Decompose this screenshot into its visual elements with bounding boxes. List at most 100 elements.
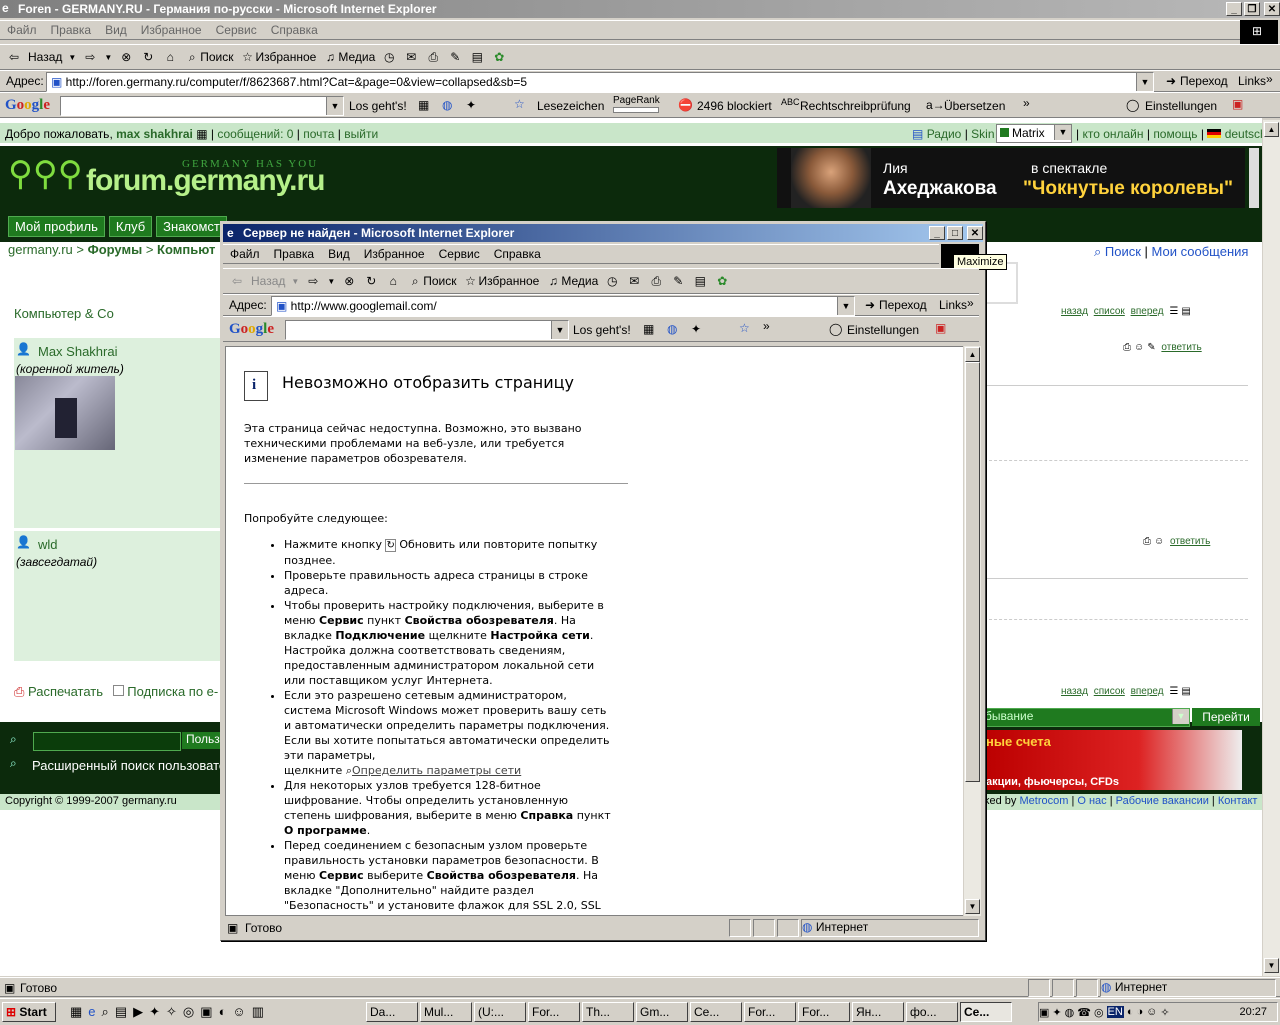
star-icon[interactable]: ☆ <box>514 97 525 111</box>
home-icon[interactable]: ⌂ <box>162 49 178 65</box>
nav-back-link-bottom[interactable]: назад <box>1061 686 1088 697</box>
menu-favorites[interactable]: Избранное <box>134 23 209 37</box>
contact-link[interactable]: Контакт <box>1218 795 1258 807</box>
dialog-favorites-button[interactable]: Избранное <box>479 274 540 288</box>
skin-dropdown-icon[interactable]: ▼ <box>1054 125 1071 140</box>
close-button[interactable]: ✕ <box>1264 2 1280 16</box>
links-button[interactable]: Links <box>1238 74 1266 88</box>
media-button[interactable]: Медиа <box>338 50 375 64</box>
chevron-right-icon[interactable]: » <box>763 319 770 333</box>
dialog-google-search-button[interactable]: Los geht's! <box>573 323 631 337</box>
news-icon[interactable]: ▦ <box>643 322 654 336</box>
tab-club[interactable]: Клуб <box>108 216 153 237</box>
menu-help[interactable]: Справка <box>264 23 325 37</box>
pdf-icon[interactable]: ▣ <box>1232 97 1243 111</box>
dialog-links-button[interactable]: Links <box>939 298 967 312</box>
stop-icon[interactable]: ⊗ <box>118 49 134 65</box>
app-icon[interactable]: ☺ <box>232 1004 245 1020</box>
tray-icon[interactable]: ☺ <box>1146 1006 1157 1018</box>
print-icon[interactable]: ⎙ <box>1123 342 1131 353</box>
tray-lang[interactable]: EN <box>1106 1006 1124 1018</box>
task-button-active[interactable]: Се... <box>960 1002 1012 1022</box>
post2-author[interactable]: wld <box>38 537 58 552</box>
tray-icon[interactable]: ◍ <box>1065 1006 1075 1019</box>
tray-icon[interactable]: ✦ <box>1052 1006 1061 1019</box>
dialog-close-button[interactable]: ✕ <box>967 226 983 240</box>
nav-forward-link[interactable]: вперед <box>1131 306 1164 317</box>
ie-icon[interactable]: e <box>88 1004 95 1020</box>
google-search-input[interactable]: ▼ <box>60 96 344 116</box>
messages-link[interactable]: сообщений: 0 <box>217 127 293 141</box>
address-input[interactable]: ▣ http://foren.germany.ru/computer/f/862… <box>46 72 1154 92</box>
chevron-right-icon[interactable]: » <box>1023 96 1030 110</box>
my-messages-link[interactable]: Мои сообщения <box>1152 244 1249 259</box>
back-dropdown-icon[interactable]: ▼ <box>68 53 76 62</box>
folder-icon[interactable]: ▤ <box>115 1004 127 1020</box>
scroll-thumb[interactable] <box>965 362 980 782</box>
print-icon[interactable]: ⎙ <box>648 273 664 289</box>
main-window-titlebar[interactable]: e Foren - GERMANY.RU - Германия по-русск… <box>0 0 1280 18</box>
metrocom-link[interactable]: Metrocom <box>1019 795 1068 807</box>
nav-list-link-bottom[interactable]: список <box>1094 686 1125 697</box>
dialog-menu-view[interactable]: Вид <box>321 247 357 261</box>
globe-icon[interactable]: ◍ <box>667 322 677 336</box>
scroll-up-icon[interactable]: ▲ <box>1264 122 1279 137</box>
tray-icon[interactable]: ▣ <box>1039 1006 1049 1019</box>
back-button[interactable]: Назад <box>28 50 62 64</box>
google-logo[interactable]: Google <box>229 321 274 338</box>
discuss-icon[interactable]: ▤ <box>692 273 708 289</box>
search-icon[interactable]: ⌕ <box>102 1004 109 1020</box>
start-button[interactable]: ⊞ Start <box>2 1002 56 1022</box>
back-dropdown-icon[interactable]: ▼ <box>291 277 299 286</box>
dialog-address-input[interactable]: ▣ http://www.googlemail.com/ ▼ <box>271 296 855 316</box>
banner-scrollbar[interactable] <box>1249 148 1259 208</box>
favorites-icon[interactable]: ☆ <box>240 49 256 65</box>
username-link[interactable]: max shakhrai <box>116 127 193 141</box>
forward-icon[interactable]: ⇨ <box>305 273 321 289</box>
dialog-google-settings[interactable]: Einstellungen <box>847 323 919 337</box>
go-icon[interactable]: ➜ <box>1166 74 1176 88</box>
restore-button[interactable]: ❐ <box>1244 2 1260 16</box>
address-dropdown-icon[interactable]: ▼ <box>1136 73 1153 91</box>
bookmarks-button[interactable]: Lesezeichen <box>537 99 604 113</box>
search-button[interactable]: Поиск <box>200 50 233 64</box>
list-icon[interactable]: ☰ <box>1169 686 1178 697</box>
dialog-scrollbar[interactable]: ▲ ▼ <box>963 346 981 916</box>
edit-icon[interactable]: ✎ <box>670 273 686 289</box>
dialog-address-dropdown-icon[interactable]: ▼ <box>837 297 854 315</box>
dialog-menu-favorites[interactable]: Избранное <box>357 247 432 261</box>
tab-profile[interactable]: Мой профиль <box>8 216 105 237</box>
scroll-down-icon[interactable]: ▼ <box>965 899 980 914</box>
menu-view[interactable]: Вид <box>98 23 134 37</box>
favorites-button[interactable]: Избранное <box>256 50 317 64</box>
google-search-button[interactable]: Los geht's! <box>349 99 407 113</box>
dialog-minimize-button[interactable]: _ <box>929 226 945 240</box>
task-button[interactable]: For... <box>744 1002 796 1022</box>
go-forum-button[interactable]: Перейти <box>1192 708 1260 726</box>
list-icon[interactable]: ☰ <box>1169 306 1178 317</box>
back-icon[interactable]: ⇦ <box>6 49 22 65</box>
theatre-banner[interactable]: Лия Ахеджакова в спектакле "Чокнутые кор… <box>777 148 1245 208</box>
main-scrollbar[interactable]: ▲ ▼ <box>1262 120 1280 976</box>
app-icon[interactable]: ✦ <box>149 1004 160 1020</box>
menu-edit[interactable]: Правка <box>44 23 99 37</box>
sort-dropdown-icon[interactable]: ▼ <box>1172 709 1189 724</box>
favorites-icon[interactable]: ☆ <box>463 273 479 289</box>
puzzle-icon[interactable]: ✦ <box>691 322 701 336</box>
search-icon[interactable]: ⌕ <box>184 49 200 65</box>
skin-select[interactable]: Matrix ▼ <box>996 124 1072 143</box>
tray-icon[interactable]: ✧ <box>1160 1006 1169 1019</box>
menu-tools[interactable]: Сервис <box>209 23 264 37</box>
tray-icon[interactable]: ◐ <box>1127 1006 1134 1018</box>
google-settings-button[interactable]: Einstellungen <box>1145 99 1217 113</box>
print-icon[interactable]: ⎙ <box>425 49 441 65</box>
dialog-menu-edit[interactable]: Правка <box>267 247 322 261</box>
popup-blocker-icon[interactable]: ⛔ <box>678 98 693 112</box>
tray-icon[interactable]: ◎ <box>1094 1006 1104 1019</box>
icq-icon[interactable]: ✿ <box>714 273 730 289</box>
detect-settings-link[interactable]: Определить параметры сети <box>352 764 521 777</box>
scroll-up-icon[interactable]: ▲ <box>965 347 980 362</box>
app-icon[interactable]: ▥ <box>252 1004 264 1020</box>
mail-icon[interactable]: ✉ <box>626 273 642 289</box>
task-button[interactable]: (U:... <box>474 1002 526 1022</box>
